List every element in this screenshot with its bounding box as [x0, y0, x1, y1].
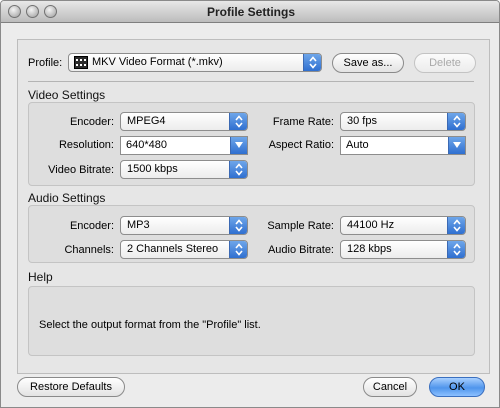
- title-bar[interactable]: Profile Settings: [1, 1, 499, 23]
- aspect-ratio-value: Auto: [346, 139, 369, 151]
- up-down-chevron-icon: [229, 161, 247, 178]
- chevron-down-icon: [448, 137, 465, 154]
- video-bitrate-label: Video Bitrate:: [48, 164, 114, 176]
- sample-rate-select[interactable]: 44100 Hz: [340, 216, 466, 235]
- audio-encoder-select[interactable]: MP3: [120, 216, 248, 235]
- audio-encoder-label: Encoder:: [69, 220, 114, 232]
- frame-rate-select[interactable]: 30 fps: [340, 112, 466, 131]
- profile-settings-window: Profile Settings Profile: MKV Video Form…: [0, 0, 500, 408]
- up-down-chevron-icon: [303, 54, 321, 71]
- resolution-value: 640*480: [126, 139, 167, 151]
- up-down-chevron-icon: [229, 241, 247, 258]
- video-bitrate-value: 1500 kbps: [127, 163, 178, 175]
- delete-button[interactable]: Delete: [414, 53, 476, 73]
- restore-defaults-button[interactable]: Restore Defaults: [17, 377, 125, 397]
- sample-rate-value: 44100 Hz: [347, 219, 395, 231]
- audio-bitrate-select[interactable]: 128 kbps: [340, 240, 466, 259]
- cancel-button[interactable]: Cancel: [363, 377, 417, 397]
- aspect-ratio-combo[interactable]: Auto: [340, 136, 466, 155]
- audio-bitrate-value: 128 kbps: [347, 243, 392, 255]
- frame-rate-value: 30 fps: [347, 115, 377, 127]
- profile-select[interactable]: MKV Video Format (*.mkv): [68, 53, 322, 72]
- channels-select[interactable]: 2 Channels Stereo: [120, 240, 248, 259]
- resolution-label: Resolution:: [58, 139, 114, 151]
- settings-group: Profile: MKV Video Format (*.mkv) Save a…: [17, 39, 490, 374]
- channels-label: Channels:: [64, 244, 114, 256]
- chevron-down-icon: [230, 137, 247, 154]
- audio-settings-title: Audio Settings: [28, 191, 106, 205]
- video-encoder-select[interactable]: MPEG4: [120, 112, 248, 131]
- sample-rate-label: Sample Rate:: [267, 220, 334, 232]
- channels-value: 2 Channels Stereo: [127, 243, 219, 255]
- ok-button[interactable]: OK: [429, 377, 485, 397]
- profile-value: MKV Video Format (*.mkv): [92, 56, 223, 68]
- aspect-ratio-label: Aspect Ratio:: [268, 139, 334, 151]
- video-format-icon: [74, 56, 88, 69]
- video-bitrate-select[interactable]: 1500 kbps: [120, 160, 248, 179]
- up-down-chevron-icon: [229, 113, 247, 130]
- profile-label: Profile:: [28, 57, 63, 69]
- profile-divider: [28, 81, 474, 82]
- video-encoder-value: MPEG4: [127, 115, 166, 127]
- up-down-chevron-icon: [447, 241, 465, 258]
- audio-bitrate-label: Audio Bitrate:: [267, 244, 334, 256]
- frame-rate-label: Frame Rate:: [272, 116, 334, 128]
- resolution-combo[interactable]: 640*480: [120, 136, 248, 155]
- up-down-chevron-icon: [229, 217, 247, 234]
- video-encoder-label: Encoder:: [69, 116, 114, 128]
- up-down-chevron-icon: [447, 217, 465, 234]
- up-down-chevron-icon: [447, 113, 465, 130]
- help-text: Select the output format from the "Profi…: [39, 319, 261, 331]
- video-settings-title: Video Settings: [28, 88, 106, 102]
- window-title: Profile Settings: [206, 5, 295, 19]
- audio-encoder-value: MP3: [127, 219, 150, 231]
- help-panel: Select the output format from the "Profi…: [28, 286, 475, 356]
- help-title: Help: [28, 270, 53, 284]
- save-as-button[interactable]: Save as...: [332, 53, 404, 73]
